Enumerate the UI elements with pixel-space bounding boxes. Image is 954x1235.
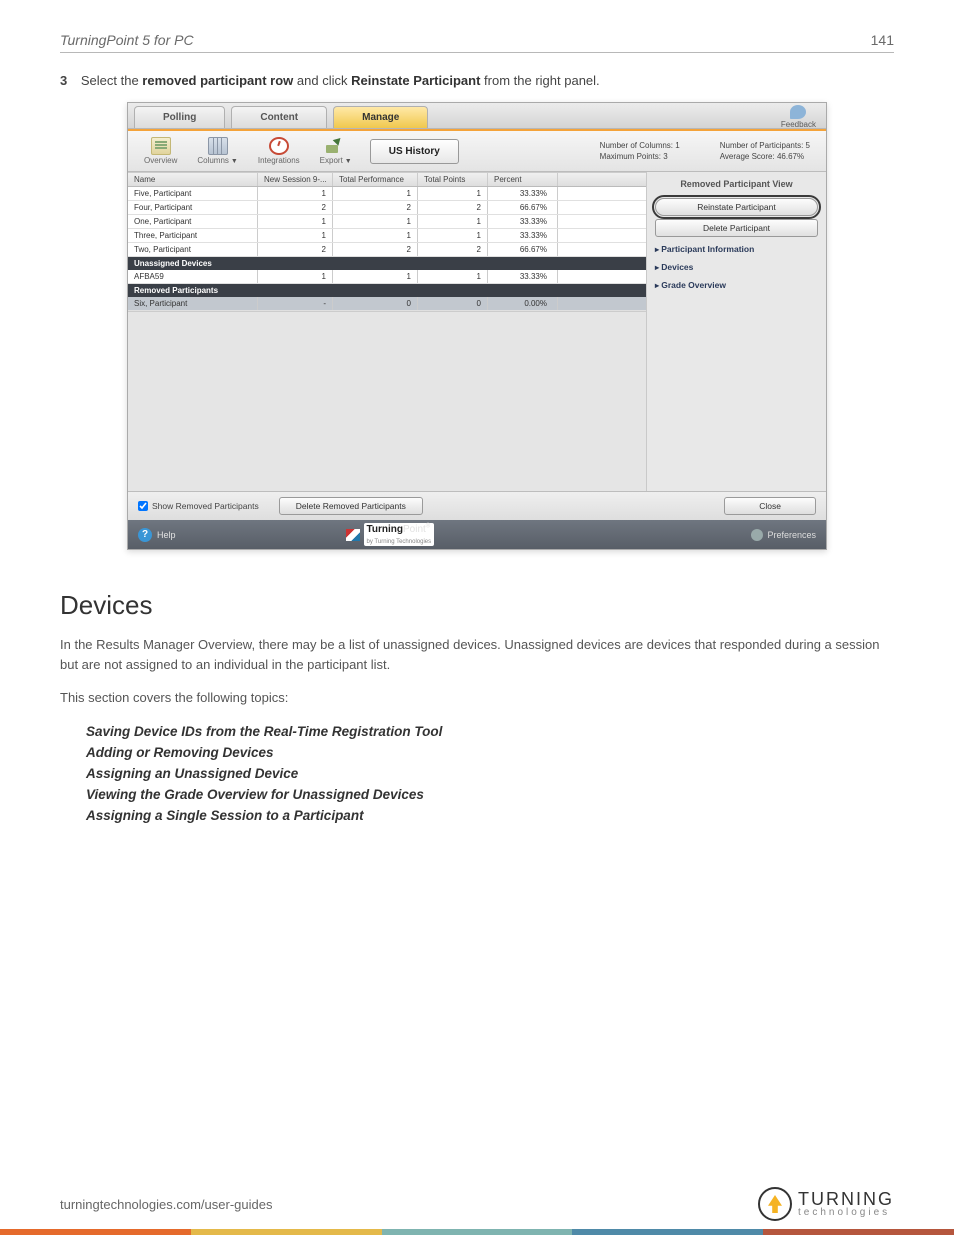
col-name[interactable]: Name: [128, 173, 258, 186]
status-bar: ? Help TurningPoint® by Turning Technolo…: [128, 520, 826, 549]
integrations-button[interactable]: Integrations: [248, 135, 310, 167]
section-heading-devices: Devices: [60, 590, 894, 621]
footer-url: turningtechnologies.com/user-guides: [60, 1197, 272, 1212]
feedback-button[interactable]: Feedback: [781, 105, 816, 129]
close-button[interactable]: Close: [724, 497, 816, 515]
table-row[interactable]: Three, Participant11133.33%: [128, 229, 646, 243]
table-row[interactable]: Two, Participant22266.67%: [128, 243, 646, 257]
topic-link[interactable]: Viewing the Grade Overview for Unassigne…: [86, 785, 894, 806]
table-row[interactable]: Five, Participant11133.33%: [128, 187, 646, 201]
topic-list: Saving Device IDs from the Real-Time Reg…: [86, 722, 894, 827]
bottom-bar: Show Removed Participants Delete Removed…: [128, 491, 826, 520]
topic-link[interactable]: Assigning an Unassigned Device: [86, 764, 894, 785]
right-panel: Removed Participant View Reinstate Parti…: [646, 172, 826, 491]
help-link[interactable]: Help: [157, 530, 176, 540]
removed-participant-row[interactable]: Six, Participant-000.00%: [128, 297, 646, 311]
tab-manage[interactable]: Manage: [333, 106, 428, 128]
turning-arrow-icon: [758, 1187, 792, 1221]
col-total-points[interactable]: Total Points: [418, 173, 488, 186]
chevron-down-icon: ▼: [345, 158, 352, 165]
delete-participant-button[interactable]: Delete Participant: [655, 219, 818, 237]
overview-icon: [151, 137, 171, 155]
export-icon: [326, 137, 346, 155]
paragraph: In the Results Manager Overview, there m…: [60, 635, 894, 674]
grade-overview-section[interactable]: Grade Overview: [655, 276, 818, 294]
topic-link[interactable]: Assigning a Single Session to a Particip…: [86, 806, 894, 827]
color-bar: [0, 1229, 954, 1235]
paragraph: This section covers the following topics…: [60, 688, 894, 708]
main-tabs: Polling Content Manage Feedback: [128, 103, 826, 129]
instruction-step: 3 Select the removed participant row and…: [60, 73, 894, 88]
gear-icon: [751, 529, 763, 541]
table-row[interactable]: AFBA5911133.33%: [128, 270, 646, 284]
export-button[interactable]: Export▼: [310, 135, 362, 167]
reinstate-participant-button[interactable]: Reinstate Participant: [655, 198, 818, 216]
product-logo: TurningPoint® by Turning Technologies: [346, 523, 435, 546]
topic-link[interactable]: Adding or Removing Devices: [86, 743, 894, 764]
grid-empty-space: [128, 311, 646, 491]
show-removed-checkbox[interactable]: Show Removed Participants: [138, 501, 259, 511]
participant-information-section[interactable]: Participant Information: [655, 240, 818, 258]
toolbar: Overview Columns▼ Integrations Export▼ U…: [128, 131, 826, 172]
tab-polling[interactable]: Polling: [134, 106, 225, 128]
topic-link[interactable]: Saving Device IDs from the Real-Time Reg…: [86, 722, 894, 743]
section-unassigned-devices[interactable]: Unassigned Devices: [128, 257, 646, 270]
help-icon[interactable]: ?: [138, 528, 152, 542]
page-number: 141: [871, 32, 894, 48]
panel-title: Removed Participant View: [655, 176, 818, 195]
integrations-icon: [269, 137, 289, 155]
tab-content[interactable]: Content: [231, 106, 327, 128]
col-total-performance[interactable]: Total Performance: [333, 173, 418, 186]
speech-bubble-icon: [790, 105, 806, 119]
col-session[interactable]: New Session 9-...: [258, 173, 333, 186]
grid-header: Name New Session 9-... Total Performance…: [128, 172, 646, 187]
columns-button[interactable]: Columns▼: [187, 135, 248, 167]
show-removed-checkbox-input[interactable]: [138, 501, 148, 511]
page-footer: turningtechnologies.com/user-guides TURN…: [0, 1187, 954, 1235]
col-percent[interactable]: Percent: [488, 173, 558, 186]
turning-logo: TURNING technologies: [758, 1187, 894, 1221]
preferences-link[interactable]: Preferences: [751, 529, 816, 541]
stats-block: Number of Columns: 1 Maximum Points: 3 N…: [600, 139, 820, 163]
table-row[interactable]: Four, Participant22266.67%: [128, 201, 646, 215]
delete-removed-participants-button[interactable]: Delete Removed Participants: [279, 497, 423, 515]
chevron-down-icon: ▼: [231, 158, 238, 165]
session-name-button[interactable]: US History: [370, 139, 459, 164]
results-grid: Name New Session 9-... Total Performance…: [128, 172, 646, 491]
devices-section[interactable]: Devices: [655, 258, 818, 276]
doc-title: TurningPoint 5 for PC: [60, 32, 194, 48]
app-screenshot: Polling Content Manage Feedback Overview…: [127, 102, 827, 550]
section-removed-participants[interactable]: Removed Participants: [128, 284, 646, 297]
page-header: TurningPoint 5 for PC 141: [60, 0, 894, 53]
flag-icon: [346, 529, 360, 541]
step-number: 3: [60, 73, 67, 88]
overview-button[interactable]: Overview: [134, 135, 187, 167]
table-row[interactable]: One, Participant11133.33%: [128, 215, 646, 229]
columns-icon: [208, 137, 228, 155]
